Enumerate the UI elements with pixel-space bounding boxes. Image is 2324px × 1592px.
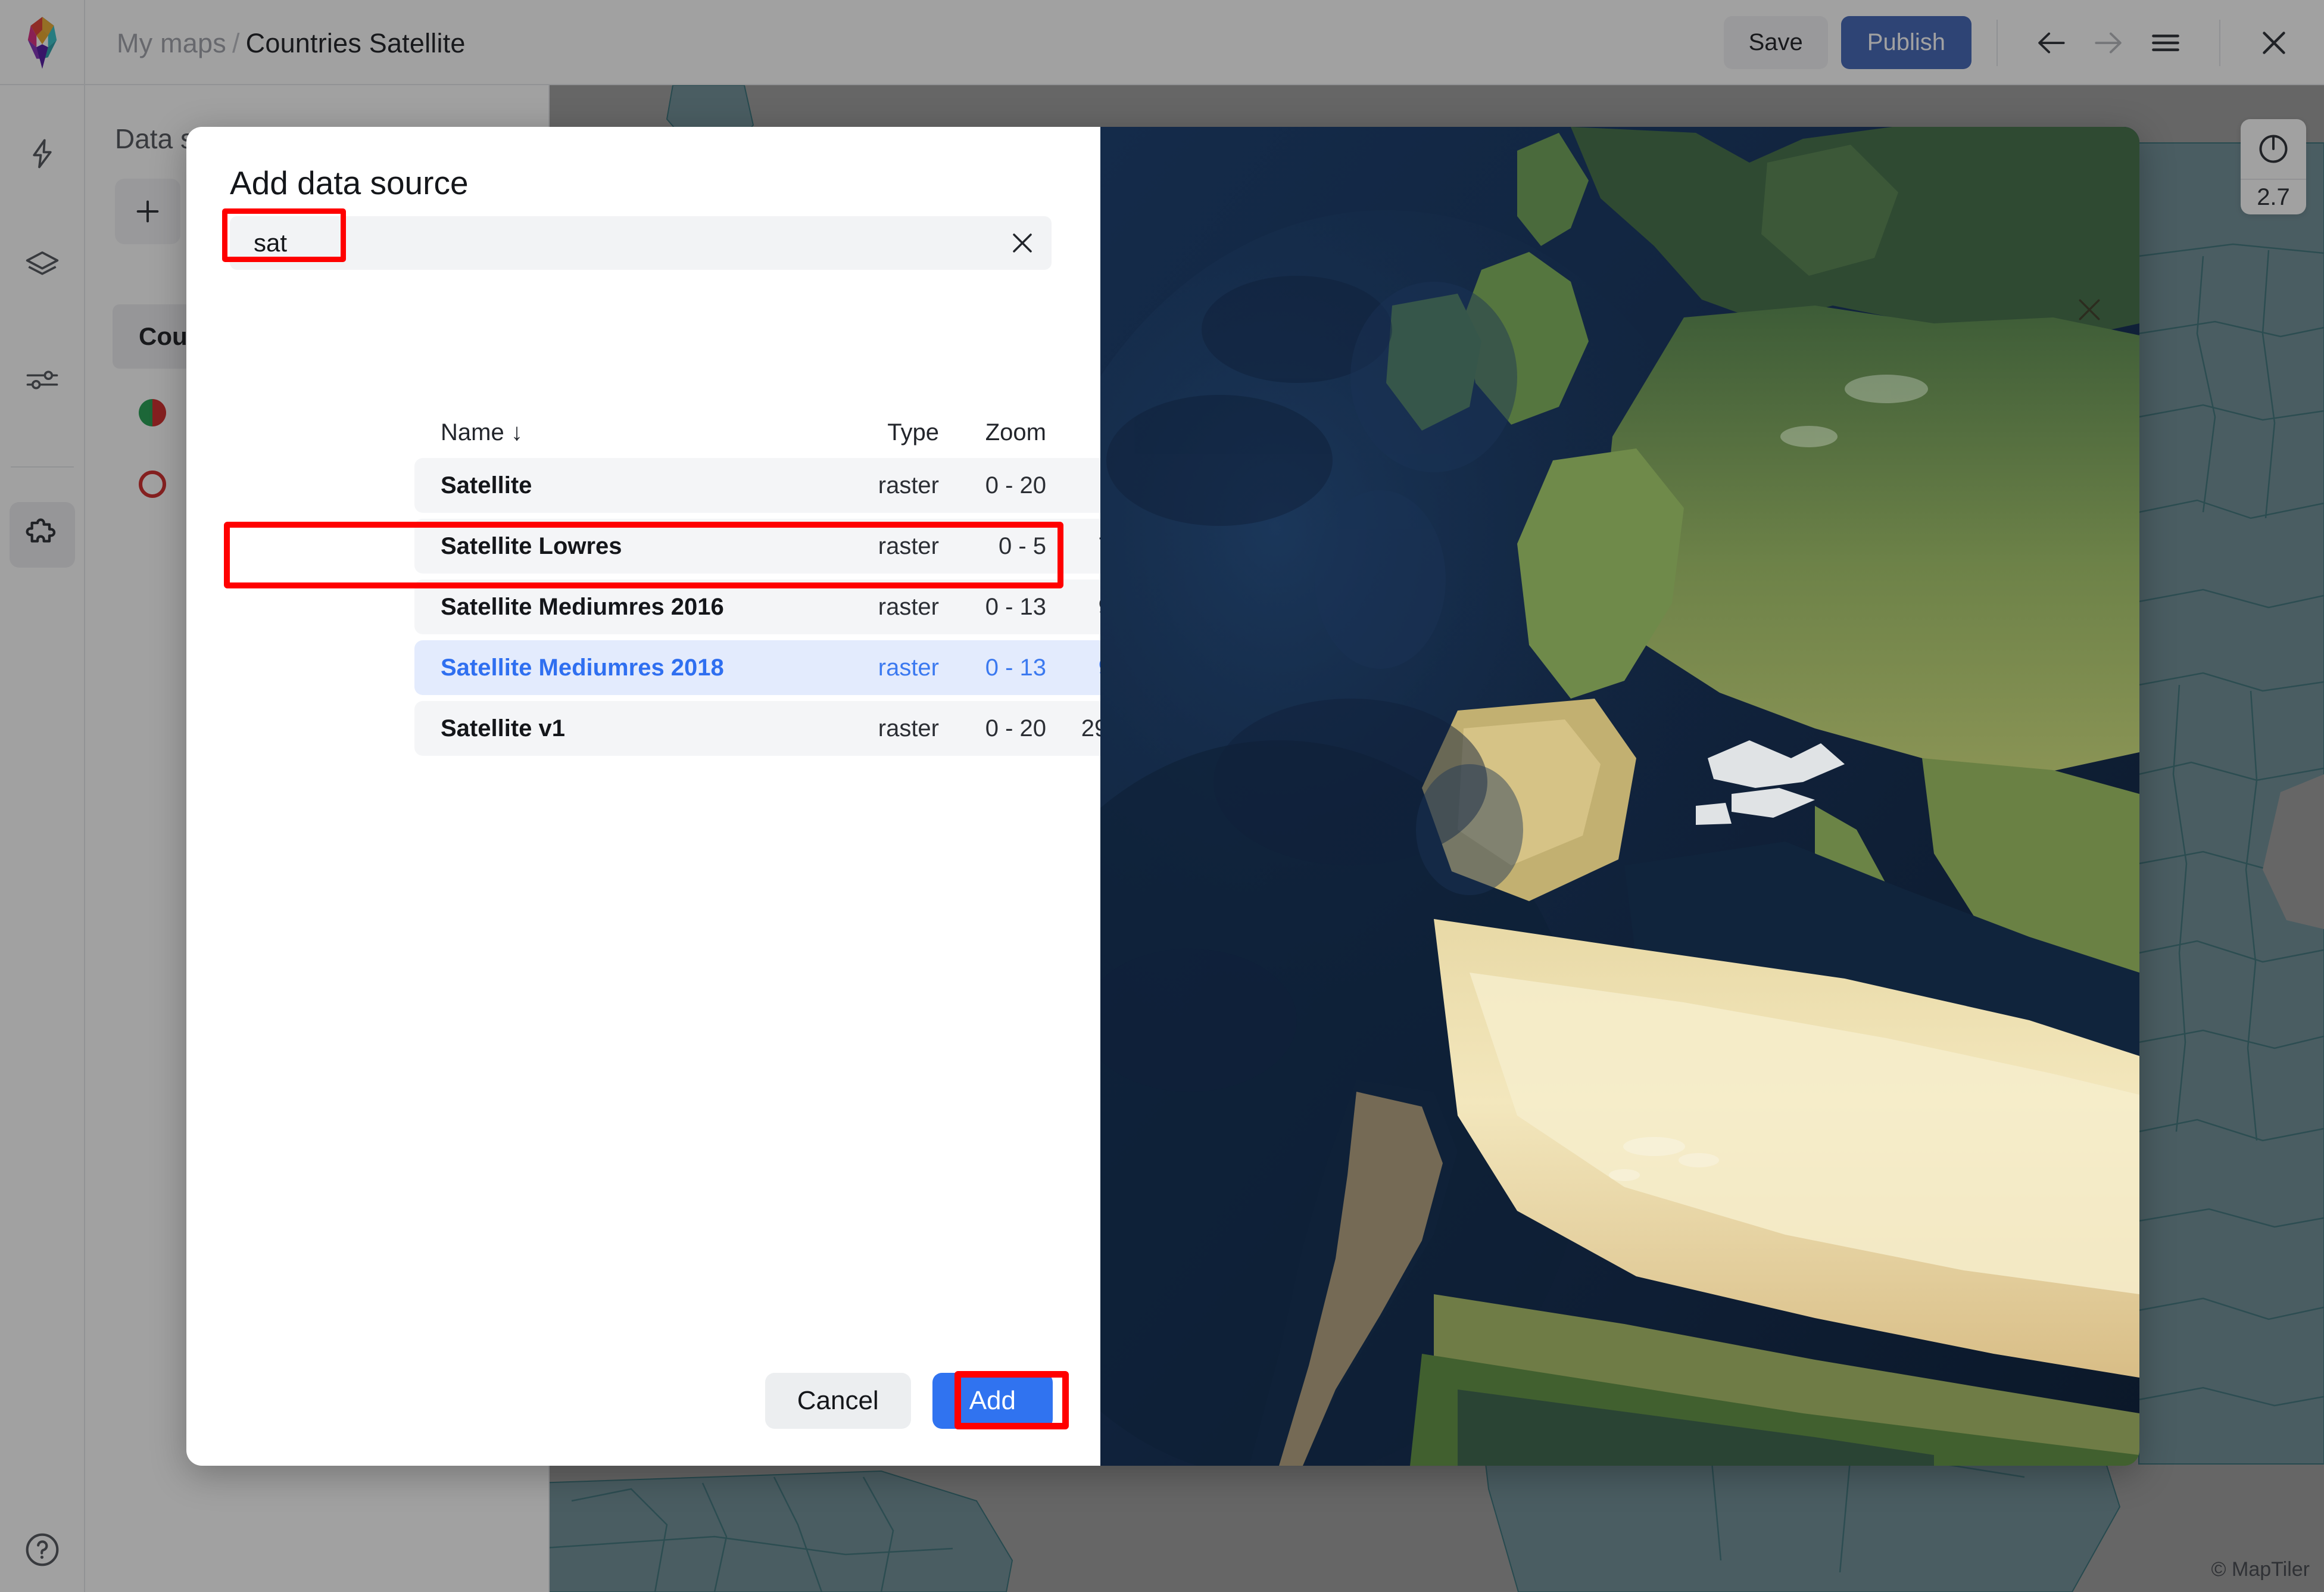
cell-name: Satellite Mediumres 2018 [441, 654, 724, 681]
cell-zoom: 0 - 13 [985, 654, 1046, 681]
cancel-button[interactable]: Cancel [765, 1373, 911, 1429]
cell-type: raster [878, 715, 939, 742]
dialog-right-pane [1100, 127, 2139, 1466]
column-header-zoom[interactable]: Zoom [939, 419, 1046, 446]
cell-name: Satellite Lowres [441, 532, 622, 559]
satellite-preview-image [1100, 127, 2139, 1466]
search-field-wrapper [230, 216, 1052, 270]
column-header-name-label: Name [441, 419, 504, 445]
cell-type: raster [878, 532, 939, 559]
satellite-preview-svg [1100, 127, 2139, 1466]
cell-type: raster [878, 472, 939, 499]
column-header-name[interactable]: Name ↓ [441, 419, 820, 446]
cell-zoom: 0 - 5 [998, 532, 1046, 559]
cell-zoom: 0 - 20 [985, 715, 1046, 742]
add-data-source-dialog: Add data source Name ↓ Type Zoom Modifie… [186, 127, 2139, 1466]
cell-type: raster [878, 654, 939, 681]
clear-search-button[interactable] [1004, 225, 1041, 261]
dialog-left-pane: Add data source Name ↓ Type Zoom Modifie… [186, 127, 1245, 1466]
cell-name: Satellite v1 [441, 715, 566, 742]
add-button[interactable]: Add [932, 1373, 1053, 1429]
search-input[interactable] [230, 216, 998, 270]
cell-zoom: 0 - 20 [985, 472, 1046, 499]
cell-zoom: 0 - 13 [985, 593, 1046, 620]
dialog-footer: Cancel Add [186, 1373, 1100, 1429]
dialog-title: Add data source [230, 164, 469, 201]
close-icon [1013, 233, 1032, 253]
cell-name: Satellite Mediumres 2016 [441, 593, 724, 620]
column-header-type[interactable]: Type [820, 419, 939, 446]
arrow-down-icon: ↓ [510, 419, 523, 445]
app-root: Data s Count ad po [0, 0, 2324, 1592]
cell-type: raster [878, 593, 939, 620]
cell-name: Satellite [441, 472, 532, 499]
